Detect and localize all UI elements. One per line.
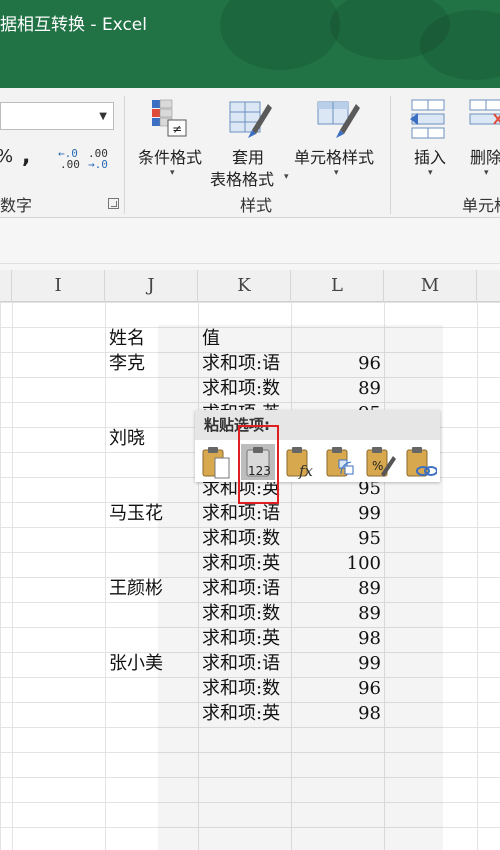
clipboard-link-icon [406,447,438,477]
chevron-down-icon: ▾ [428,168,433,178]
name-cell[interactable]: 张小美 [109,651,163,676]
field-cell[interactable]: 求和项:英 [202,551,280,576]
value-cell[interactable]: 98 [301,626,381,651]
conditional-format-label: 条件格式 [138,148,203,167]
field-cell[interactable]: 求和项:英 [202,701,280,726]
grid-column-line [477,302,478,850]
svg-text:fx: fx [298,462,314,480]
cell-styles-button[interactable]: 单元格样式 ▾ [292,92,384,188]
clipboard-percent-icon: % [366,447,396,477]
delete-cells-icon [469,99,500,125]
name-cell[interactable]: 王颜彬 [109,576,163,601]
field-cell[interactable]: 求和项:数 [202,376,280,401]
field-cell[interactable]: 求和项:数 [202,526,280,551]
comma-style-button[interactable]: , [22,144,30,169]
chevron-down-icon: ▾ [334,168,339,178]
field-cell[interactable]: 求和项:数 [202,676,280,701]
name-cell[interactable]: 马玉花 [109,501,163,526]
value-cell[interactable]: 98 [301,701,381,726]
value-cell[interactable]: 99 [301,651,381,676]
paste-transpose-icon[interactable] [323,444,357,480]
dialog-launcher-icon[interactable] [108,198,119,209]
ribbon-separator [390,96,391,214]
insert-cells-icon [410,99,445,139]
value-cell[interactable]: 96 [301,351,381,376]
column-header-partial[interactable] [0,270,12,302]
insert-label: 插入 [414,148,447,167]
decrease-decimal-bottom: →.0 [88,158,108,171]
chevron-down-icon: ▾ [284,172,289,182]
insert-button[interactable]: 插入 ▾ [404,92,458,188]
value-cell[interactable]: 100 [301,551,381,576]
format-as-table-icon [229,101,272,138]
name-cell[interactable]: 李克 [109,351,145,376]
conditional-format-icon: ≠ [152,99,187,137]
field-cell[interactable]: 求和项:语 [202,576,280,601]
field-cell[interactable]: 求和项:语 [202,501,280,526]
format-as-table-button[interactable]: 套用 表格格式 ▾ [208,92,292,189]
chevron-down-icon: ▼ [99,111,107,122]
title-bar-decoration [220,0,340,70]
formula-bar-area [0,218,500,270]
column-header-m[interactable]: M [384,270,477,302]
chevron-down-icon: ▾ [170,168,175,178]
header-value-cell[interactable]: 值 [202,326,220,351]
ribbon: ▼ % , ←.0 .00 .00 →.0 数字 ≠ 条件格式 ▾ [0,88,500,218]
window-title: 据相互转换 - Excel [0,15,147,35]
clipboard-icon [202,447,230,479]
cell-styles-icon [317,101,360,138]
clipboard-formula-icon: fx [286,447,314,480]
grid-column-line [12,302,13,850]
conditional-format-button[interactable]: ≠ 条件格式 ▾ [134,92,208,188]
decrease-decimal-button[interactable]: .00 →.0 [88,148,110,172]
paste-options-title: 粘贴选项: [195,410,440,440]
value-cell[interactable]: 89 [301,576,381,601]
format-as-table-label-1: 套用 [232,148,265,167]
delete-button[interactable]: 删除 ▾ [462,92,500,188]
field-cell[interactable]: 求和项:语 [202,351,280,376]
delete-label: 删除 [470,148,500,167]
value-cell[interactable]: 89 [301,601,381,626]
header-name-cell[interactable]: 姓名 [109,326,145,351]
column-header-k[interactable]: K [198,270,291,302]
group-label-cells: 单元格 [462,196,500,215]
paste-formatting-icon[interactable]: % [363,444,397,480]
cell-styles-label: 单元格样式 [294,148,375,167]
column-header-bar: I J K L M [0,270,500,302]
formula-bar-divider [0,263,500,264]
highlight-box [238,425,279,504]
field-cell[interactable]: 求和项:语 [202,651,280,676]
column-header-j[interactable]: J [105,270,198,302]
group-label-styles: 样式 [240,196,273,215]
number-format-dropdown[interactable]: ▼ [0,102,114,130]
paste-formulas-icon[interactable]: fx [283,444,317,480]
field-cell[interactable]: 求和项:数 [202,601,280,626]
group-label-number: 数字 [0,196,33,215]
clipboard-transpose-icon [326,447,354,477]
increase-decimal-button[interactable]: ←.0 .00 [58,148,80,172]
value-cell[interactable]: 99 [301,501,381,526]
paste-options-menu: 粘贴选项: 123 fx % [195,410,440,482]
name-cell[interactable]: 刘晓 [109,426,145,451]
value-cell[interactable]: 96 [301,676,381,701]
svg-text:≠: ≠ [172,122,182,136]
field-cell[interactable]: 求和项:英 [202,626,280,651]
paste-icon[interactable] [199,444,233,480]
value-cell[interactable]: 95 [301,526,381,551]
column-header-l[interactable]: L [291,270,384,302]
paste-link-icon[interactable] [403,444,438,480]
percent-style-button[interactable]: % [0,146,13,167]
ribbon-separator [124,96,125,214]
svg-text:%: % [372,459,383,473]
column-header-i[interactable]: I [12,270,105,302]
chevron-down-icon: ▾ [484,168,489,178]
format-as-table-label-2: 表格格式 [210,170,275,189]
grid-column-line [105,302,106,850]
increase-decimal-bottom: .00 [60,158,80,171]
value-cell[interactable]: 89 [301,376,381,401]
title-bar: 据相互转换 - Excel [0,0,500,88]
